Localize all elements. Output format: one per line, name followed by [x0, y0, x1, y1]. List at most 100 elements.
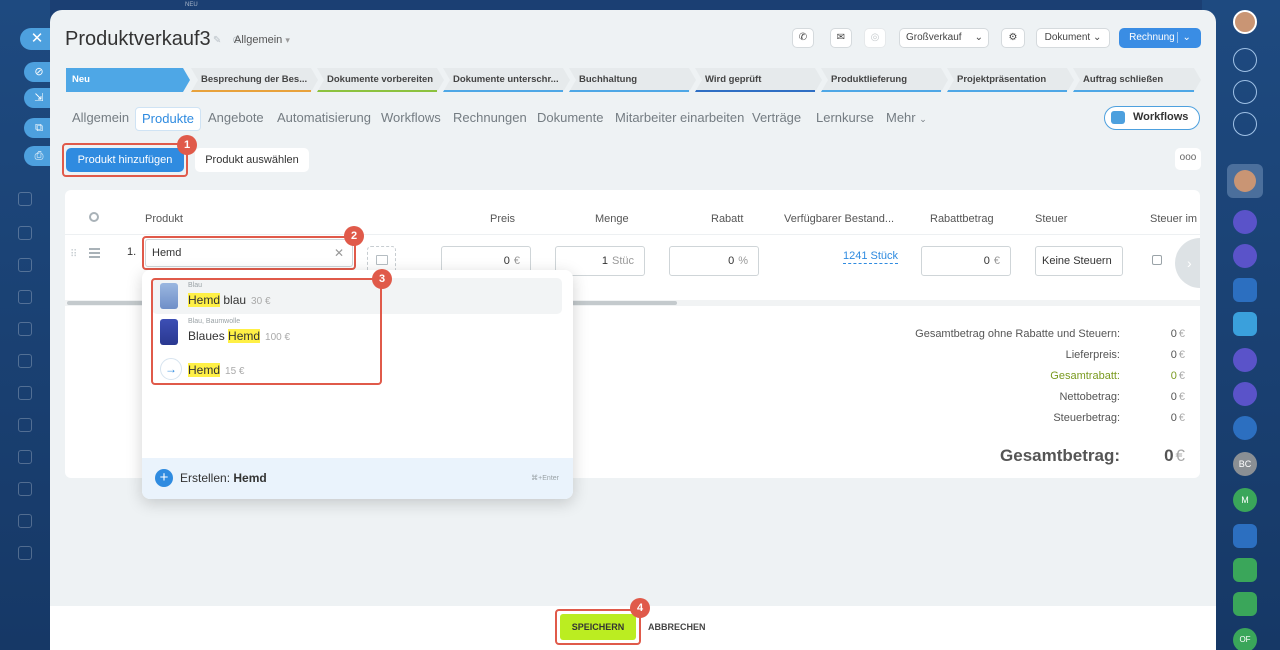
cancel-button[interactable]: ABBRECHEN [648, 614, 706, 640]
openlines-icon-4[interactable] [1233, 382, 1257, 406]
avatar-of[interactable]: OF [1233, 628, 1257, 650]
shortcut-hint: ⌘+Enter [531, 475, 559, 482]
chat-icon[interactable] [18, 354, 32, 368]
plus-icon: + [155, 469, 173, 487]
user-avatar[interactable] [1233, 10, 1257, 34]
document-label: Dokument [1044, 32, 1091, 43]
discount-field[interactable]: 0% [669, 246, 759, 276]
openlines-icon-2[interactable] [1233, 244, 1257, 268]
tab-workflows[interactable]: Workflows [381, 107, 441, 129]
tasks-icon[interactable] [18, 290, 32, 304]
stage-auftrag-schliessen[interactable]: Auftrag schließen [1073, 68, 1201, 92]
mail-icon[interactable]: ✉ [830, 28, 852, 48]
invoice-label: Rechnung [1129, 32, 1175, 43]
sign-icon[interactable] [18, 386, 32, 400]
calendar-icon[interactable] [18, 192, 32, 206]
phone-icon[interactable]: ✆ [792, 28, 814, 48]
link-tool-icon[interactable]: ⊘ [24, 62, 50, 82]
create-prefix: Erstellen: [180, 471, 231, 485]
store-icon[interactable] [18, 418, 32, 432]
currency: € [1178, 412, 1185, 424]
notifications-icon[interactable] [1233, 48, 1257, 72]
col-header-menge: Menge [595, 213, 629, 225]
stage-label: Dokumente unterschr... [453, 74, 559, 85]
summary-value-delivery: 0 € [1171, 349, 1185, 361]
mail-icon[interactable] [18, 322, 32, 336]
gear-icon[interactable] [89, 212, 99, 222]
chat-bubble-icon[interactable] [1233, 312, 1257, 336]
scroll-right-button[interactable]: › [1175, 238, 1200, 288]
create-value: Hemd [233, 471, 267, 485]
phone-icon[interactable] [1233, 416, 1257, 440]
tab-allgemein[interactable]: Allgemein [72, 107, 129, 129]
total-label: Gesamtbetrag: [1000, 446, 1120, 465]
summary-label-delivery: Lieferpreis: [1065, 349, 1120, 361]
stock-link[interactable]: 1241 Stück [843, 250, 899, 264]
stage-besprechung[interactable]: Besprechung der Bes... [191, 68, 318, 92]
menu-icon[interactable] [18, 546, 32, 560]
tab-dokumente[interactable]: Dokumente [537, 107, 603, 129]
gear-icon[interactable]: ⚙ [1001, 28, 1025, 48]
discount-amount-value: 0 [983, 255, 990, 267]
tax-included-checkbox[interactable] [1152, 255, 1162, 265]
open-new-window-icon[interactable]: ⧉ [24, 118, 50, 138]
stage-buchhaltung[interactable]: Buchhaltung [569, 68, 696, 92]
create-product-row[interactable]: + Erstellen: Hemd ⌘+Enter [142, 458, 573, 499]
tab-angebote[interactable]: Angebote [208, 107, 264, 129]
stage-wird-geprueft[interactable]: Wird geprüft [695, 68, 822, 92]
workflows-button[interactable]: Workflows [1104, 106, 1200, 130]
chevron-down-icon: ⌄ [974, 32, 983, 43]
close-slider-button[interactable]: ✕ [20, 28, 50, 50]
openlines-icon[interactable] [1233, 210, 1257, 234]
stage-color-bar [695, 90, 815, 92]
drive-icon[interactable] [18, 226, 32, 240]
discount-amount-field[interactable]: 0 € [921, 246, 1011, 276]
tax-select[interactable]: Keine Steuern [1035, 246, 1123, 276]
avatar-bc[interactable]: BC [1233, 452, 1257, 476]
avatar-m[interactable]: M [1233, 488, 1257, 512]
summary-number: 0 [1170, 328, 1177, 340]
category-selector[interactable]: Allgemein ▾ [234, 34, 290, 46]
select-product-button[interactable]: Produkt auswählen [195, 148, 309, 172]
more-options-button[interactable]: ooo [1175, 148, 1201, 170]
chat-icon[interactable]: ◎ [864, 28, 886, 48]
search-chat-icon[interactable] [1233, 112, 1257, 136]
download-tool-icon[interactable]: ⇲ [24, 88, 50, 108]
summary-number: 0 [1170, 391, 1177, 403]
drag-handle-icon[interactable]: ⠿ [70, 249, 77, 260]
invoice-button[interactable]: Rechnung ⌄ [1119, 28, 1201, 48]
pipeline-selector[interactable]: Großverkauf ⌄ [899, 28, 989, 48]
highlight-box-2 [142, 236, 356, 270]
tab-mehr[interactable]: Mehr ⌄ [886, 107, 927, 130]
stage-dokumente-vorbereiten[interactable]: Dokumente vorbereiten [317, 68, 444, 92]
stage-dokumente-unterschreiben[interactable]: Dokumente unterschr... [443, 68, 570, 92]
openlines-icon-3[interactable] [1233, 348, 1257, 372]
stage-new[interactable]: Neu [66, 68, 190, 92]
recent-avatar [1234, 170, 1256, 192]
document-button[interactable]: Dokument ⌄ [1036, 28, 1110, 48]
print-icon[interactable]: ⎙ [24, 146, 50, 166]
sites-icon[interactable] [18, 482, 32, 496]
tab-mitarbeiter-einarbeiten[interactable]: Mitarbeiter einarbeiten [615, 107, 744, 129]
stage-label: Buchhaltung [579, 74, 638, 85]
footer-bar: SPEICHERN ABBRECHEN 4 [50, 598, 1216, 650]
feed-icon[interactable] [18, 258, 32, 272]
contact-card-icon-2[interactable] [1233, 524, 1257, 548]
tab-vertraege[interactable]: Verträge [752, 107, 801, 129]
stage-produktlieferung[interactable]: Produktlieferung [821, 68, 948, 92]
recent-avatar-frame[interactable] [1227, 164, 1263, 198]
tab-lernkurse[interactable]: Lernkurse [816, 107, 874, 129]
contact-card-icon[interactable] [1233, 278, 1257, 302]
crm-icon[interactable] [18, 450, 32, 464]
group-icon[interactable] [18, 514, 32, 528]
stage-projektpraesentation[interactable]: Projektpräsentation [947, 68, 1074, 92]
activity-icon[interactable] [1233, 80, 1257, 104]
task-check-icon[interactable] [1233, 558, 1257, 582]
col-header-produkt: Produkt [145, 213, 183, 225]
row-menu-icon[interactable] [89, 248, 100, 258]
tab-produkte[interactable]: Produkte [135, 107, 202, 131]
tab-automatisierung[interactable]: Automatisierung [277, 107, 371, 129]
task-check-icon-2[interactable] [1233, 592, 1257, 616]
stage-label: Neu [72, 74, 90, 85]
tab-rechnungen[interactable]: Rechnungen [453, 107, 527, 129]
